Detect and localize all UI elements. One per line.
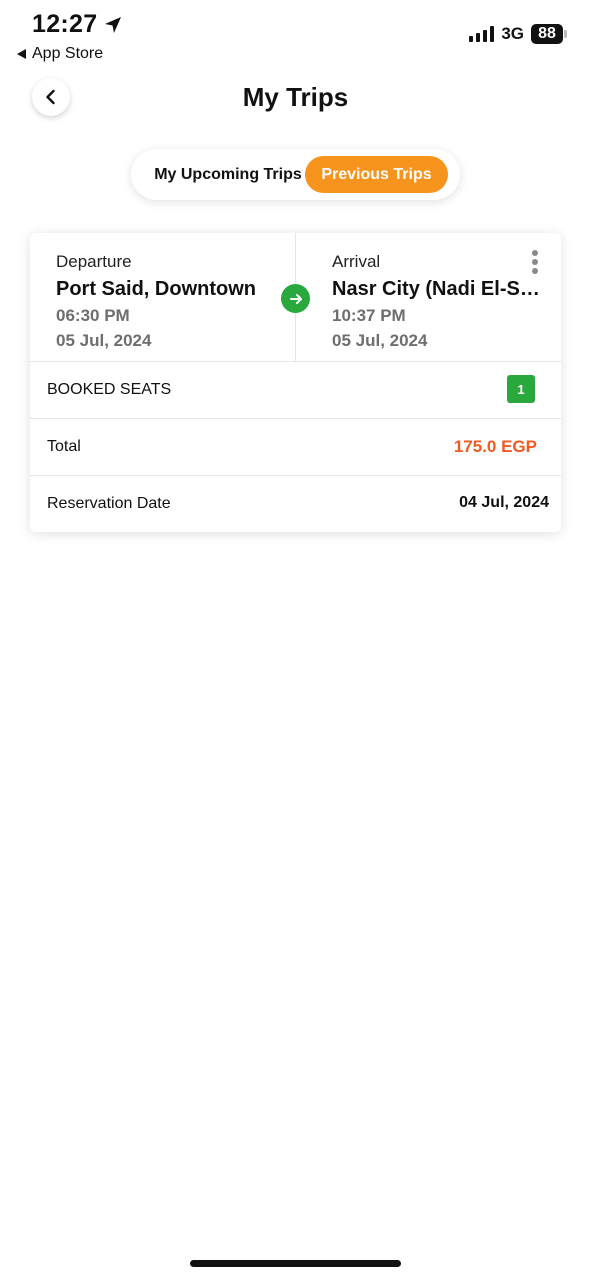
back-to-app-link[interactable]: App Store xyxy=(17,45,103,63)
departure-time: 06:30 PM xyxy=(56,306,130,325)
page-title: My Trips xyxy=(242,82,349,112)
departure-info: Departure Port Said, Downtown 06:30 PM 0… xyxy=(56,252,281,351)
battery-level: 88 xyxy=(531,24,563,44)
reservation-date-row: Reservation Date 04 Jul, 2024 xyxy=(30,476,561,532)
arrival-place: Nasr City (Nadi El-Sek… xyxy=(332,278,547,300)
location-arrow-icon xyxy=(105,16,122,33)
total-row: Total 175.0 EGP xyxy=(30,419,561,476)
arrival-time: 10:37 PM xyxy=(332,306,406,325)
trip-route: Departure Port Said, Downtown 06:30 PM 0… xyxy=(30,233,561,362)
status-time-text: 12:27 xyxy=(32,10,98,38)
arrival-label: Arrival xyxy=(332,252,381,271)
network-type: 3G xyxy=(501,24,524,43)
battery-icon: 88 xyxy=(531,24,567,44)
signal-icon xyxy=(469,26,495,42)
total-label: Total xyxy=(47,438,81,455)
departure-place: Port Said, Downtown xyxy=(56,278,256,300)
arrow-right-icon xyxy=(281,284,310,313)
reservation-date-value: 04 Jul, 2024 xyxy=(459,494,549,511)
back-app-label: App Store xyxy=(32,45,104,62)
status-indicators: 3G 88 xyxy=(469,24,567,44)
total-value: 175.0 EGP xyxy=(453,437,537,456)
booked-seats-row: BOOKED SEATS 1 xyxy=(30,362,561,419)
departure-label: Departure xyxy=(56,252,132,271)
booked-seats-label: BOOKED SEATS xyxy=(47,381,172,398)
arrival-date: 05 Jul, 2024 xyxy=(332,331,428,350)
home-indicator[interactable] xyxy=(190,1260,401,1267)
booked-seats-badge: 1 xyxy=(507,375,535,403)
status-time: 12:27 xyxy=(32,10,123,39)
trips-tab-switcher: My Upcoming Trips Previous Trips xyxy=(131,149,460,200)
more-vertical-icon[interactable] xyxy=(531,250,539,274)
tab-upcoming-trips[interactable]: My Upcoming Trips xyxy=(143,156,313,193)
reservation-date-label: Reservation Date xyxy=(47,495,171,512)
trip-card[interactable]: Departure Port Said, Downtown 06:30 PM 0… xyxy=(30,233,561,532)
arrival-info: Arrival Nasr City (Nadi El-Sek… 10:37 PM… xyxy=(332,252,547,351)
departure-date: 05 Jul, 2024 xyxy=(56,331,152,350)
tab-previous-trips[interactable]: Previous Trips xyxy=(305,156,448,193)
back-triangle-icon xyxy=(17,49,26,59)
